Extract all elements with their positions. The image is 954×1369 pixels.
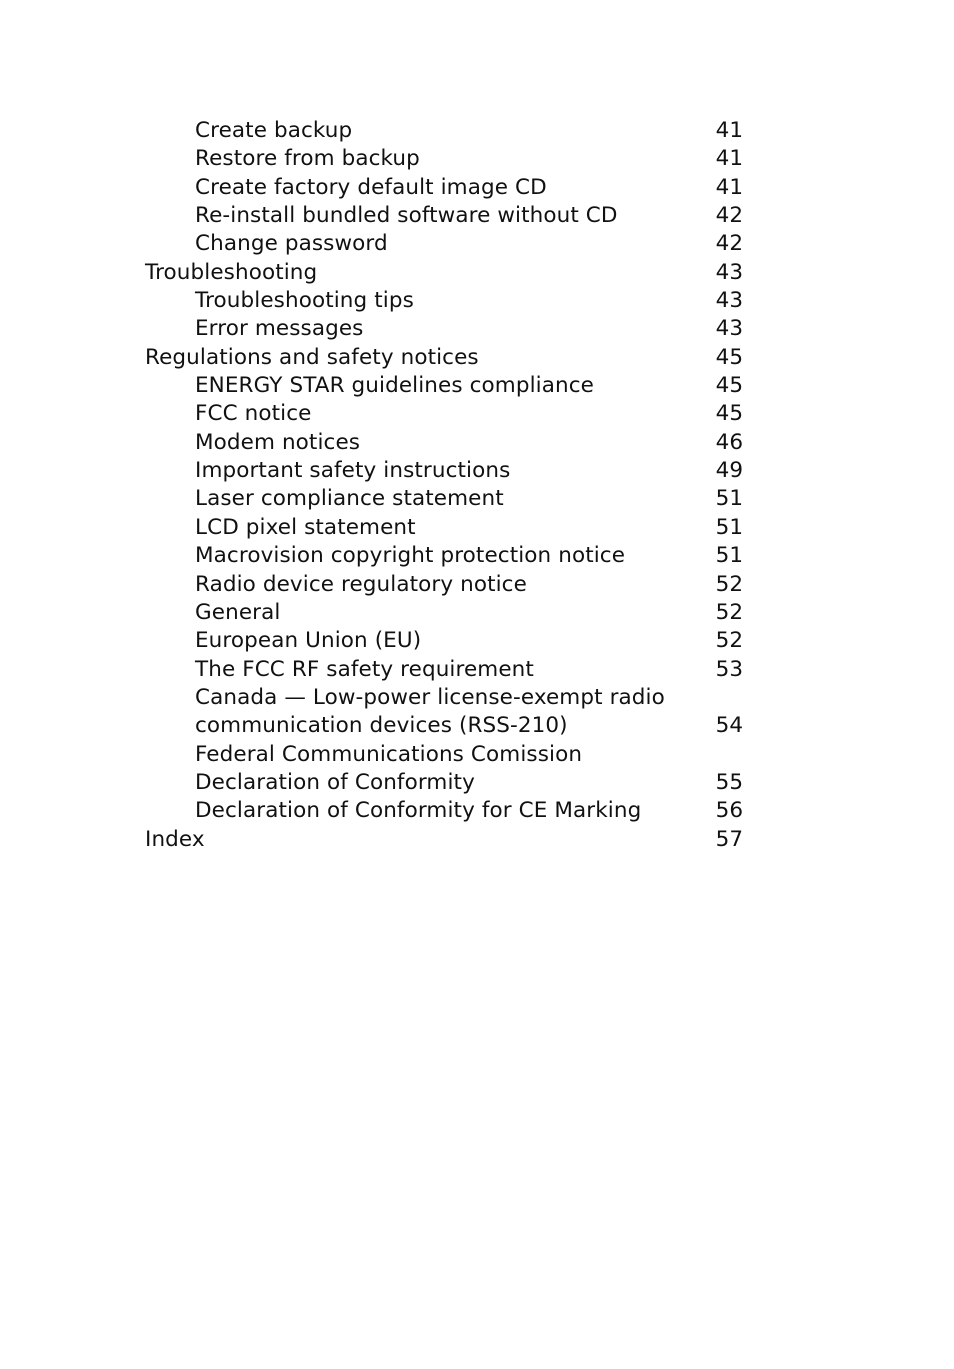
toc-page-number: 51	[715, 514, 743, 540]
toc-subsection-entry[interactable]: Troubleshooting tips 43	[145, 287, 743, 315]
toc-entry-title: Create backup	[195, 118, 353, 143]
toc-page-number: 45	[715, 373, 743, 399]
toc-page-number: 41	[715, 146, 743, 172]
toc-subsection-entry[interactable]: ENERGY STAR guidelines compliance 45	[145, 372, 743, 400]
toc-subsection-entry[interactable]: Declaration of Conformity for CE Marking…	[145, 797, 743, 825]
toc-subsection-entry[interactable]: Macrovision copyright protection notice 5…	[145, 542, 743, 570]
toc-entry-title: Canada — Low-power license-exempt radio	[195, 684, 665, 710]
toc-page-number: 53	[715, 656, 743, 682]
toc-page-number: 54	[715, 713, 743, 739]
toc-entry-title: Restore from backup	[195, 146, 420, 172]
toc-page-number: 43	[715, 259, 743, 285]
toc-entry-title: Important safety instructions	[195, 458, 511, 484]
toc-subsection-entry[interactable]: Restore from backup 41	[145, 145, 743, 173]
toc-subsection-entry[interactable]: Canada — Low-power license-exempt radio	[145, 684, 743, 712]
toc-entry-title: Change password	[195, 231, 388, 257]
toc-entry-title: communication devices (RSS-210)	[195, 713, 568, 739]
toc-entry-title: Index	[145, 826, 205, 852]
toc-entry-title: Troubleshooting	[145, 259, 318, 285]
toc-entry-title: Create factory default image CD	[195, 174, 547, 200]
toc-entry-title: The FCC RF safety requirement	[195, 656, 534, 682]
toc-entry-title: European Union (EU)	[195, 628, 422, 654]
toc-entry-title: LCD pixel statement	[195, 514, 416, 540]
toc-entry-title: General	[195, 599, 281, 625]
toc-subsection-entry[interactable]: Modem notices 46	[145, 429, 743, 457]
toc-entry-title: ENERGY STAR guidelines compliance	[195, 373, 594, 399]
toc-subsection-entry[interactable]: LCD pixel statement 51	[145, 514, 743, 542]
toc-page-number: 52	[715, 599, 743, 625]
toc-subsection-entry[interactable]: Change password 42	[145, 230, 743, 258]
toc-page-number: 41	[715, 118, 743, 143]
toc-page-number: 45	[715, 344, 743, 370]
toc-entry-title: Radio device regulatory notice	[195, 571, 527, 597]
toc-entry-title: Troubleshooting tips	[195, 288, 414, 314]
toc-entry-title: Macrovision copyright protection notice	[195, 543, 626, 569]
toc-page-number: 43	[715, 288, 743, 314]
table-of-contents: Create backup 41 Restore from backup 41 Crea…	[145, 117, 743, 854]
toc-subsection-entry[interactable]: Federal Communications Comission	[145, 741, 743, 769]
toc-subsection-entry[interactable]: The FCC RF safety requirement 53	[145, 656, 743, 684]
toc-page-number: 51	[715, 486, 743, 512]
toc-entry-title: Laser compliance statement	[195, 486, 504, 512]
toc-subsection-entry[interactable]: European Union (EU) 52	[145, 627, 743, 655]
toc-entry-title: Re-install bundled software without CD	[195, 203, 618, 229]
toc-page-number: 42	[715, 203, 743, 229]
toc-page-number: 45	[715, 401, 743, 427]
toc-subsection-entry[interactable]: FCC notice 45	[145, 400, 743, 428]
toc-entry-title: Regulations and safety notices	[145, 344, 479, 370]
toc-page-number: 43	[715, 316, 743, 342]
toc-page-number: 49	[715, 458, 743, 484]
toc-entry-title: Error messages	[195, 316, 364, 342]
toc-page-number: 52	[715, 628, 743, 654]
toc-page-number: 57	[715, 826, 743, 852]
toc-section-entry[interactable]: Regulations and safety notices 45	[145, 344, 743, 372]
toc-page-number: 52	[715, 571, 743, 597]
toc-page-number: 55	[715, 769, 743, 795]
toc-section-entry[interactable]: Troubleshooting 43	[145, 259, 743, 287]
toc-entry-title: Declaration of Conformity for CE Marking	[195, 798, 642, 824]
toc-subsection-entry[interactable]: Re-install bundled software without CD 42	[145, 202, 743, 230]
toc-subsection-entry[interactable]: communication devices (RSS-210) 54	[145, 712, 743, 740]
toc-entry-title: FCC notice	[195, 401, 312, 427]
toc-page-number: 41	[715, 174, 743, 200]
toc-page-number: 42	[715, 231, 743, 257]
toc-page-number: 51	[715, 543, 743, 569]
toc-entry-title: Declaration of Conformity	[195, 769, 475, 795]
toc-subsection-entry[interactable]: Create backup 41	[145, 117, 743, 145]
toc-subsection-entry[interactable]: General 52	[145, 599, 743, 627]
toc-subsection-entry[interactable]: Error messages 43	[145, 315, 743, 343]
toc-subsection-entry[interactable]: Radio device regulatory notice 52	[145, 571, 743, 599]
toc-section-entry[interactable]: Index 57	[145, 826, 743, 854]
toc-subsection-entry[interactable]: Laser compliance statement 51	[145, 485, 743, 513]
toc-entry-title: Federal Communications Comission	[195, 741, 583, 767]
toc-subsection-entry[interactable]: Declaration of Conformity 55	[145, 769, 743, 797]
toc-subsection-entry[interactable]: Create factory default image CD 41	[145, 174, 743, 202]
toc-page-number: 56	[715, 798, 743, 824]
toc-subsection-entry[interactable]: Important safety instructions 49	[145, 457, 743, 485]
toc-page-number: 46	[715, 429, 743, 455]
toc-entry-title: Modem notices	[195, 429, 361, 455]
